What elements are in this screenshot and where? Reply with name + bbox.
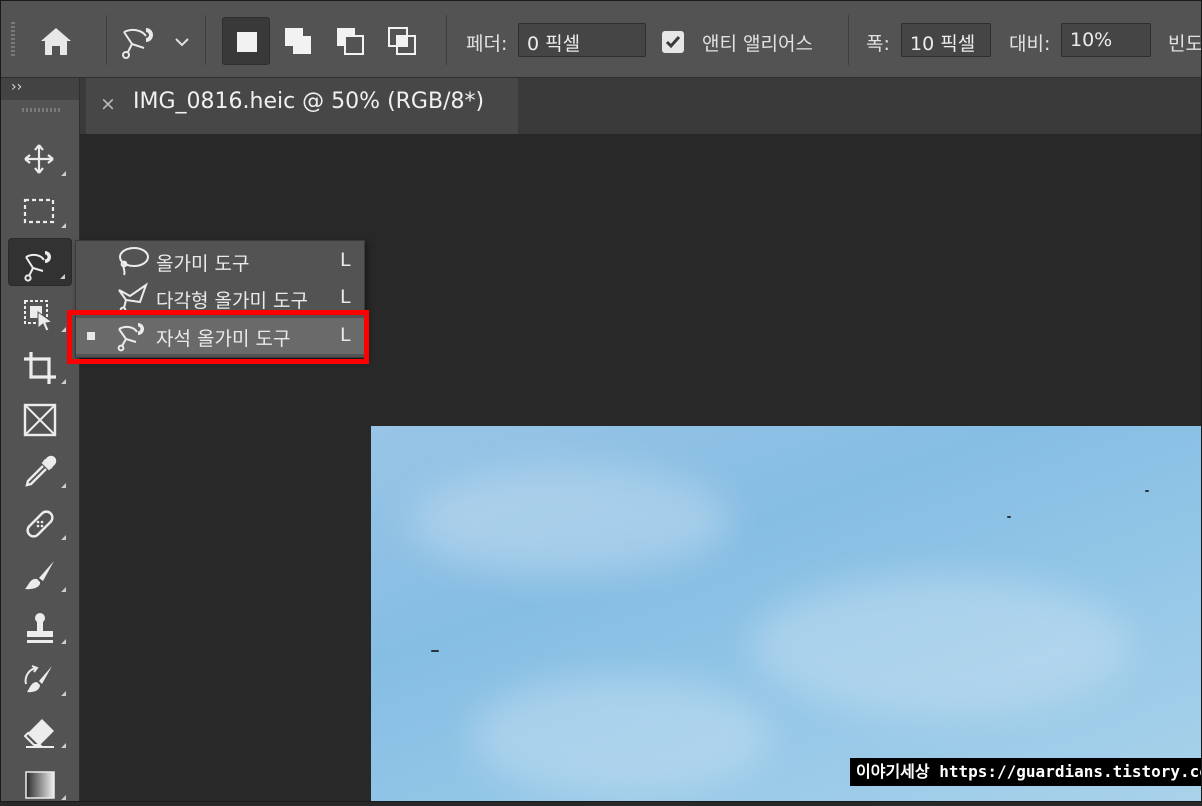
width-label: 폭: <box>866 33 890 55</box>
new-selection-button[interactable] <box>222 17 270 65</box>
feather-input[interactable]: 0 픽셀 <box>518 23 646 57</box>
home-icon <box>41 28 71 55</box>
tool-preset-picker[interactable] <box>118 22 164 60</box>
options-bar: 페더: 0 픽셀 앤티 앨리어스 폭: 10 픽셀 대비: 10% 빈도 <box>0 0 1202 78</box>
tool-preset-dropdown[interactable] <box>170 30 194 54</box>
bird <box>1145 490 1149 492</box>
frequency-label: 빈도 <box>1168 33 1202 55</box>
intersect-selection-icon <box>388 27 416 55</box>
history-brush-tool[interactable] <box>8 654 72 702</box>
flyout-item-shortcut: L <box>340 286 351 308</box>
checkmark-icon <box>665 36 681 49</box>
home-button[interactable] <box>36 22 76 60</box>
flyout-indicator <box>61 639 66 644</box>
frame-tool[interactable] <box>8 394 72 442</box>
document-image[interactable] <box>371 426 1202 802</box>
options-bar-grip[interactable] <box>11 22 15 58</box>
separator <box>848 15 849 65</box>
stamp-icon <box>27 613 53 643</box>
flyout-indicator <box>61 171 66 176</box>
crop-tool[interactable] <box>8 342 72 390</box>
add-selection-icon <box>285 28 311 54</box>
feather-label: 페더: <box>466 33 508 55</box>
separator <box>446 15 447 65</box>
history-brush-icon <box>24 665 52 693</box>
subtract-selection-icon <box>337 28 364 55</box>
document-tab-title[interactable]: IMG_0816.heic @ 50% (RGB/8*) <box>133 89 484 114</box>
frame-icon <box>23 403 57 437</box>
marquee-tool[interactable] <box>8 186 72 234</box>
flyout-indicator <box>61 795 66 800</box>
close-tab-icon[interactable]: × <box>100 93 116 115</box>
flyout-indicator <box>61 223 66 228</box>
brush-tool[interactable] <box>8 550 72 598</box>
bird <box>431 650 439 652</box>
object-selection-icon <box>24 300 54 332</box>
add-to-selection-button[interactable] <box>274 17 322 65</box>
tools-panel-header: ›› <box>0 78 79 100</box>
lasso-tool[interactable] <box>8 238 72 286</box>
crop-icon <box>24 352 56 384</box>
separator <box>106 15 107 65</box>
annotation-highlight-box <box>67 310 369 364</box>
brush-icon <box>25 561 54 590</box>
eyedropper-tool[interactable] <box>8 446 72 494</box>
flyout-indicator <box>61 483 66 488</box>
flyout-indicator <box>61 535 66 540</box>
rect-marquee-icon <box>23 198 55 224</box>
flyout-item-lasso[interactable]: 올가미 도구 L <box>76 243 364 279</box>
intersect-selection-button[interactable] <box>378 17 426 65</box>
gradient-icon <box>25 771 55 799</box>
flyout-indicator <box>61 379 66 384</box>
width-input[interactable]: 10 픽셀 <box>901 23 991 57</box>
antialias-checkbox[interactable] <box>662 31 684 53</box>
chevron-down-icon <box>175 38 189 47</box>
new-selection-icon <box>237 32 257 52</box>
healing-brush-tool[interactable] <box>8 498 72 546</box>
tools-panel: ›› <box>0 78 80 802</box>
flyout-indicator <box>60 274 65 279</box>
move-icon <box>24 144 54 174</box>
separator <box>205 15 206 65</box>
magnetic-lasso-icon <box>122 28 153 59</box>
flyout-indicator <box>61 691 66 696</box>
eraser-tool[interactable] <box>8 706 72 754</box>
eyedropper-icon <box>25 455 57 487</box>
lasso-icon <box>119 247 149 276</box>
cloud <box>751 576 1131 716</box>
object-selection-tool[interactable] <box>8 290 72 338</box>
flyout-indicator <box>61 743 66 748</box>
gradient-tool[interactable] <box>8 758 72 806</box>
tools-panel-grip[interactable] <box>22 108 60 112</box>
cloud <box>471 676 771 796</box>
magnetic-lasso-icon <box>24 251 51 282</box>
flyout-indicator <box>61 327 66 332</box>
contrast-label: 대비: <box>1009 33 1051 55</box>
watermark: 이야기세상 https://guardians.tistory.com <box>850 758 1202 786</box>
flyout-indicator <box>61 587 66 592</box>
clone-stamp-tool[interactable] <box>8 602 72 650</box>
bird <box>1007 516 1011 518</box>
flyout-item-label: 올가미 도구 <box>156 253 250 275</box>
antialias-label: 앤티 앨리어스 <box>702 33 813 55</box>
subtract-from-selection-button[interactable] <box>326 17 374 65</box>
cloud <box>411 466 731 576</box>
move-tool[interactable] <box>8 134 72 182</box>
flyout-item-label: 다각형 올가미 도구 <box>156 290 308 312</box>
expand-panel-icon[interactable]: ›› <box>11 79 22 95</box>
bandage-icon <box>26 510 54 538</box>
contrast-input[interactable]: 10% <box>1061 23 1151 57</box>
flyout-item-shortcut: L <box>340 249 351 271</box>
eraser-icon <box>23 719 54 748</box>
